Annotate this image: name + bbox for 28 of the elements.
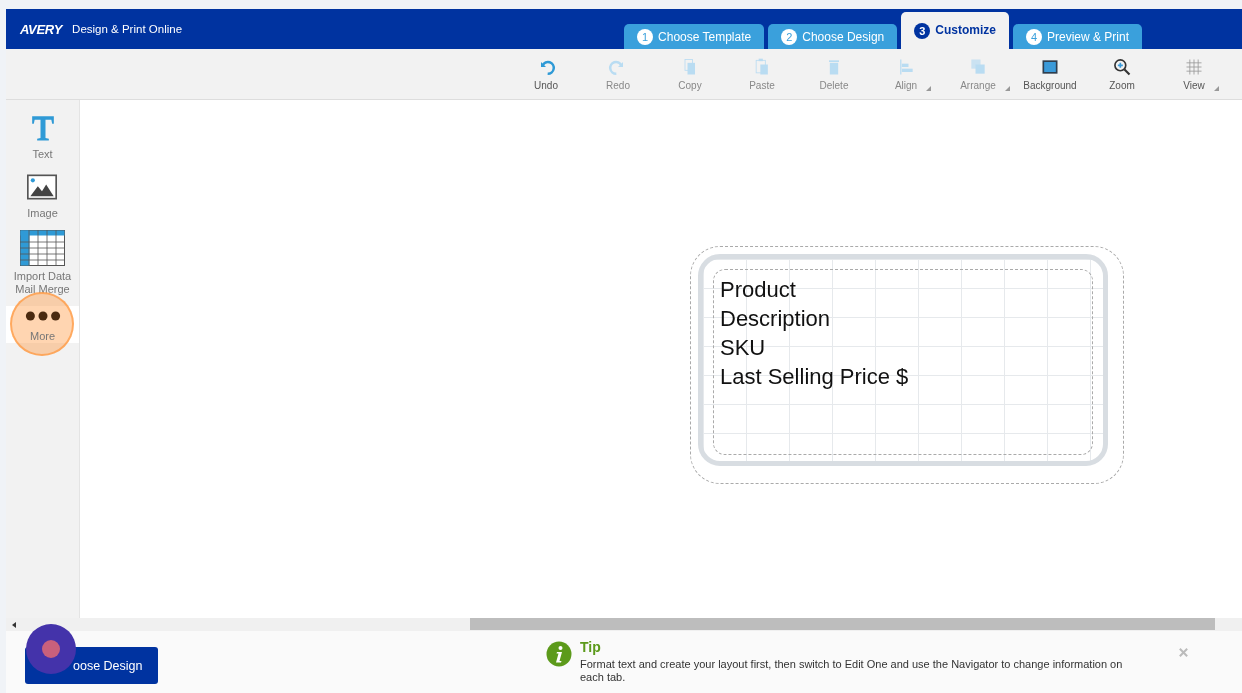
step-tab[interactable]: 2 Choose Design [768, 24, 898, 49]
scroll-left-icon[interactable] [12, 621, 16, 628]
toolbar-button[interactable]: Zoom [1086, 57, 1158, 91]
label-text[interactable]: Product Description SKU Last Selling Price $ [720, 275, 909, 391]
label-shape[interactable]: Product Description SKU Last Selling Price $ [698, 254, 1108, 466]
tip-text: Format text and create your layout first, then switch to Edit One and use the Navigator to change information on each tab. [580, 658, 1124, 684]
view-icon [1184, 57, 1204, 77]
app-title: Design & Print Online [72, 23, 183, 35]
sidebar-item[interactable]: Text [27, 112, 58, 161]
toolbar-button[interactable]: Background [1014, 57, 1086, 91]
toolbar-button[interactable]: View [1158, 57, 1230, 91]
tip-title: Tip [580, 639, 602, 655]
info-icon [546, 641, 572, 667]
zoom-icon [1112, 57, 1132, 77]
arrange-icon [968, 57, 988, 77]
step-tab[interactable]: 3 Customize [901, 12, 1009, 49]
background-icon [1040, 57, 1060, 77]
sidebar-item[interactable]: Import Data Mail Merge [13, 230, 72, 296]
more-icon [24, 310, 61, 322]
table-icon [20, 230, 65, 266]
horizontal-scrollbar[interactable] [6, 618, 1242, 631]
close-icon[interactable] [1178, 647, 1189, 658]
toolbar-button[interactable]: Undo [510, 57, 582, 91]
step-tab[interactable]: 4 Preview & Print [1012, 24, 1142, 49]
logo[interactable]: AVERY [20, 21, 63, 37]
step-tab[interactable]: 1 Choose Template [624, 24, 765, 49]
scrollbar-thumb[interactable] [470, 618, 1215, 630]
sidebar-item[interactable]: Image [27, 171, 58, 220]
